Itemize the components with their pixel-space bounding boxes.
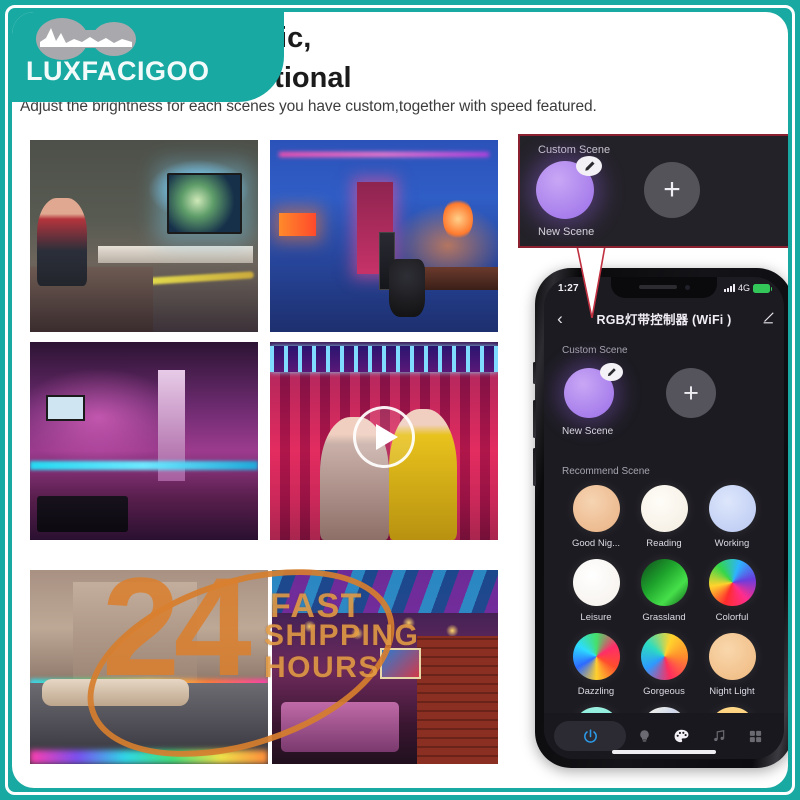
callout-scene-name: New Scene — [538, 226, 595, 238]
tab-grid[interactable] — [737, 721, 774, 751]
bulb-icon — [640, 729, 649, 742]
brand-logo-badge: LUXFACIGOO — [12, 12, 284, 102]
tab-palette[interactable] — [663, 721, 700, 751]
music-note-icon — [713, 730, 724, 742]
callout-arrow-icon — [576, 246, 606, 318]
palette-icon — [674, 729, 689, 742]
scene-label: Dazzling — [577, 686, 615, 697]
scene-label: Night Light — [709, 686, 755, 697]
add-scene-button[interactable]: + — [666, 368, 716, 418]
photo-party-dancers[interactable]: Party scene with dancers (video thumbnai… — [270, 342, 498, 540]
pencil-icon[interactable] — [600, 363, 623, 381]
scene-label: Reading — [646, 538, 682, 549]
scene-item-grassland[interactable]: Grassland — [630, 559, 698, 623]
earpiece-speaker — [639, 285, 677, 289]
custom-scene-row: New Scene + — [562, 363, 766, 456]
scene-item-good-night[interactable]: Good Nig... — [562, 485, 630, 549]
scene-label: Gorgeous — [643, 686, 685, 697]
scene-label: Working — [714, 538, 750, 549]
chevron-left-icon[interactable]: ‹ — [544, 310, 576, 327]
scene-swatch — [708, 559, 756, 606]
callout-section-label: Custom Scene — [538, 144, 611, 156]
scene-label: Good Nig... — [571, 538, 621, 549]
phone-volume-up-button[interactable] — [533, 400, 536, 438]
phone-mockup: 1:27 4G ‹ RGB灯带控制器 (WiFi ) Custom Scene … — [533, 268, 788, 768]
page-canvas: e with Static, Modes Optional Adjust the… — [12, 12, 788, 788]
scene-label: Grassland — [642, 612, 686, 623]
app-content: Custom Scene New Scene + Recommend Scene — [544, 335, 784, 759]
custom-scene-label: Custom Scene — [562, 345, 628, 356]
scene-swatch — [708, 485, 756, 532]
photo-bedroom: Bedroom with RGB accent lighting — [30, 570, 268, 764]
scene-item-working[interactable]: Working — [698, 485, 766, 549]
brand-name: LUXFACIGOO — [26, 56, 210, 86]
network-label: 4G — [737, 283, 750, 293]
phone-notch — [611, 277, 717, 298]
recommend-scene-label: Recommend Scene — [562, 466, 650, 477]
home-indicator — [612, 750, 716, 754]
scene-label: Leisure — [580, 612, 612, 623]
scene-label: Colorful — [715, 612, 749, 623]
scene-item-gorgeous[interactable]: Gorgeous — [630, 633, 698, 697]
promo-page: e with Static, Modes Optional Adjust the… — [0, 0, 800, 800]
pencil-icon[interactable] — [576, 156, 602, 176]
signal-bars-icon — [723, 284, 735, 292]
photo-blue-studio: Blue lit studio room with speakers and d… — [270, 140, 498, 332]
photo-living-room-tv: Living room with TV and LED strip lighti… — [30, 140, 258, 332]
scene-swatch — [572, 485, 620, 532]
scene-item-dazzling[interactable]: Dazzling — [562, 633, 630, 697]
scene-swatch — [640, 559, 688, 606]
phone-screen: 1:27 4G ‹ RGB灯带控制器 (WiFi ) Custom Scene … — [544, 277, 784, 759]
scene-swatch — [708, 633, 756, 680]
battery-icon — [753, 283, 772, 293]
tab-music[interactable] — [700, 721, 737, 751]
photo-club-interior: Club interior with colorful ceiling ligh… — [272, 570, 498, 764]
scene-item-colorful[interactable]: Colorful — [698, 559, 766, 623]
grid-icon — [749, 730, 762, 742]
front-camera-icon — [685, 285, 690, 290]
plus-icon[interactable]: + — [644, 162, 700, 218]
tab-power[interactable] — [554, 721, 626, 751]
photo-collage: Living room with TV and LED strip lighti… — [20, 130, 504, 764]
pencil-edit-icon[interactable] — [752, 311, 784, 325]
scene-item-reading[interactable]: Reading — [630, 485, 698, 549]
phone-volume-down-button[interactable] — [533, 448, 536, 486]
custom-scene-name: New Scene — [562, 426, 614, 437]
custom-scene-callout: Custom Scene + New Scene — [518, 134, 788, 248]
photo-pink-lounge: Pink and purple lit bar lounge — [30, 342, 258, 540]
phone-mute-button[interactable] — [533, 362, 536, 384]
scene-item-night-light[interactable]: Night Light — [698, 633, 766, 697]
power-icon — [583, 728, 597, 743]
scene-swatch — [572, 633, 620, 680]
scene-item-leisure[interactable]: Leisure — [562, 559, 630, 623]
scene-swatch — [640, 485, 688, 532]
scene-swatch — [640, 633, 688, 680]
tab-bulb[interactable] — [626, 721, 663, 751]
play-icon[interactable] — [353, 406, 415, 469]
scene-swatch — [572, 559, 620, 606]
